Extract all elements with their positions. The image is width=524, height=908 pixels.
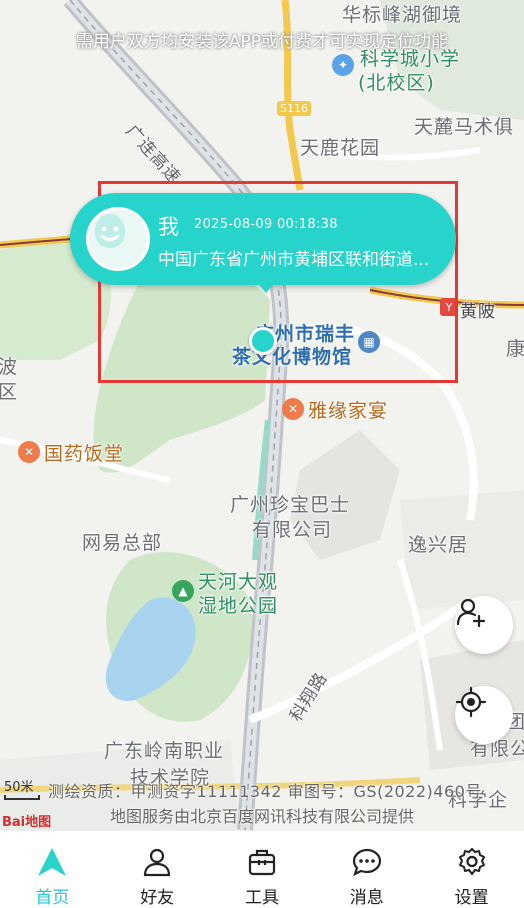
- home-arrow-icon: [35, 845, 69, 879]
- callout-address: 中国广东省广州市黄埔区联和街道...: [158, 250, 430, 270]
- place-label: 广州珍宝巴士: [230, 494, 351, 516]
- place-label: 波: [0, 356, 19, 378]
- smiley-avatar-icon: [95, 214, 125, 248]
- map-provider: 地图服务由北京百度网讯科技有限公司提供: [109, 807, 414, 826]
- tab-label: 消息: [349, 888, 384, 908]
- restaurant-icon: ✕: [282, 398, 304, 420]
- gear-icon: [455, 845, 489, 879]
- place-label: 天河大观: [198, 571, 279, 593]
- avatar[interactable]: [86, 207, 150, 271]
- place-label: 网易总部: [82, 532, 163, 554]
- place-label: 广东岭南职业: [104, 740, 225, 762]
- place-label: 雅缘家宴: [308, 400, 389, 422]
- callout-timestamp: 2025-08-09 00:18:38: [194, 217, 338, 232]
- map-scale-label: 50米: [4, 780, 34, 795]
- tab-label: 设置: [454, 888, 489, 908]
- location-pin-icon[interactable]: [249, 327, 277, 355]
- place-label: 康: [506, 338, 524, 360]
- tab-label: 好友: [140, 888, 175, 908]
- location-callout[interactable]: 我 2025-08-09 00:18:38 中国广东省广州市黄埔区联和街道...: [70, 193, 456, 293]
- tab-friends[interactable]: 好友: [105, 831, 210, 908]
- place-label: 逸兴居: [408, 534, 469, 556]
- metro-label: 黄陂: [460, 302, 496, 322]
- tab-tools[interactable]: 工具: [210, 831, 315, 908]
- bottom-tab-bar: 首页 好友 工具 消息 设置: [0, 830, 524, 908]
- person-icon: [140, 845, 174, 879]
- toolbox-icon: [245, 845, 279, 879]
- locate-button[interactable]: [455, 686, 513, 744]
- add-friend-icon: [456, 598, 486, 628]
- place-label: 区: [0, 381, 19, 403]
- locate-icon: [455, 686, 487, 718]
- baidu-logo: Bai地图: [2, 815, 52, 830]
- road-shield: S116: [277, 101, 311, 116]
- tab-messages[interactable]: 消息: [314, 831, 419, 908]
- callout-tail: [256, 281, 276, 293]
- place-label: 科学城小学: [360, 48, 461, 70]
- place-label: (北校区): [358, 72, 435, 94]
- place-label: 湿地公园: [198, 595, 279, 617]
- place-label: 有限公司: [252, 519, 333, 541]
- park-icon: ▲: [172, 580, 194, 602]
- tab-settings[interactable]: 设置: [419, 831, 524, 908]
- restaurant-icon: ✕: [18, 441, 40, 463]
- tab-label: 工具: [244, 888, 279, 908]
- map-scale-bar: [4, 795, 40, 800]
- chat-bubble-icon: [350, 845, 384, 879]
- callout-name: 我: [158, 215, 179, 239]
- map-view[interactable]: 需用户双方均安装该APP或付费才可实现定位功能 华标峰湖御境 ✦ 科学城小学 (…: [0, 0, 524, 830]
- tab-home[interactable]: 首页: [0, 831, 105, 908]
- tab-label: 首页: [35, 888, 70, 908]
- map-copyright: 测绘资质：甲测资字11111342 审图号：GS(2022)460号: [48, 782, 482, 801]
- school-icon: ✦: [332, 54, 354, 76]
- place-label: 国药饭堂: [44, 443, 125, 465]
- place-label: 天麓马术俱: [414, 116, 515, 138]
- app-screen: 需用户双方均安装该APP或付费才可实现定位功能 华标峰湖御境 ✦ 科学城小学 (…: [0, 0, 524, 908]
- place-label: 天鹿花园: [300, 137, 381, 159]
- add-friend-button[interactable]: [455, 596, 513, 654]
- place-label: 华标峰湖御境: [342, 4, 463, 26]
